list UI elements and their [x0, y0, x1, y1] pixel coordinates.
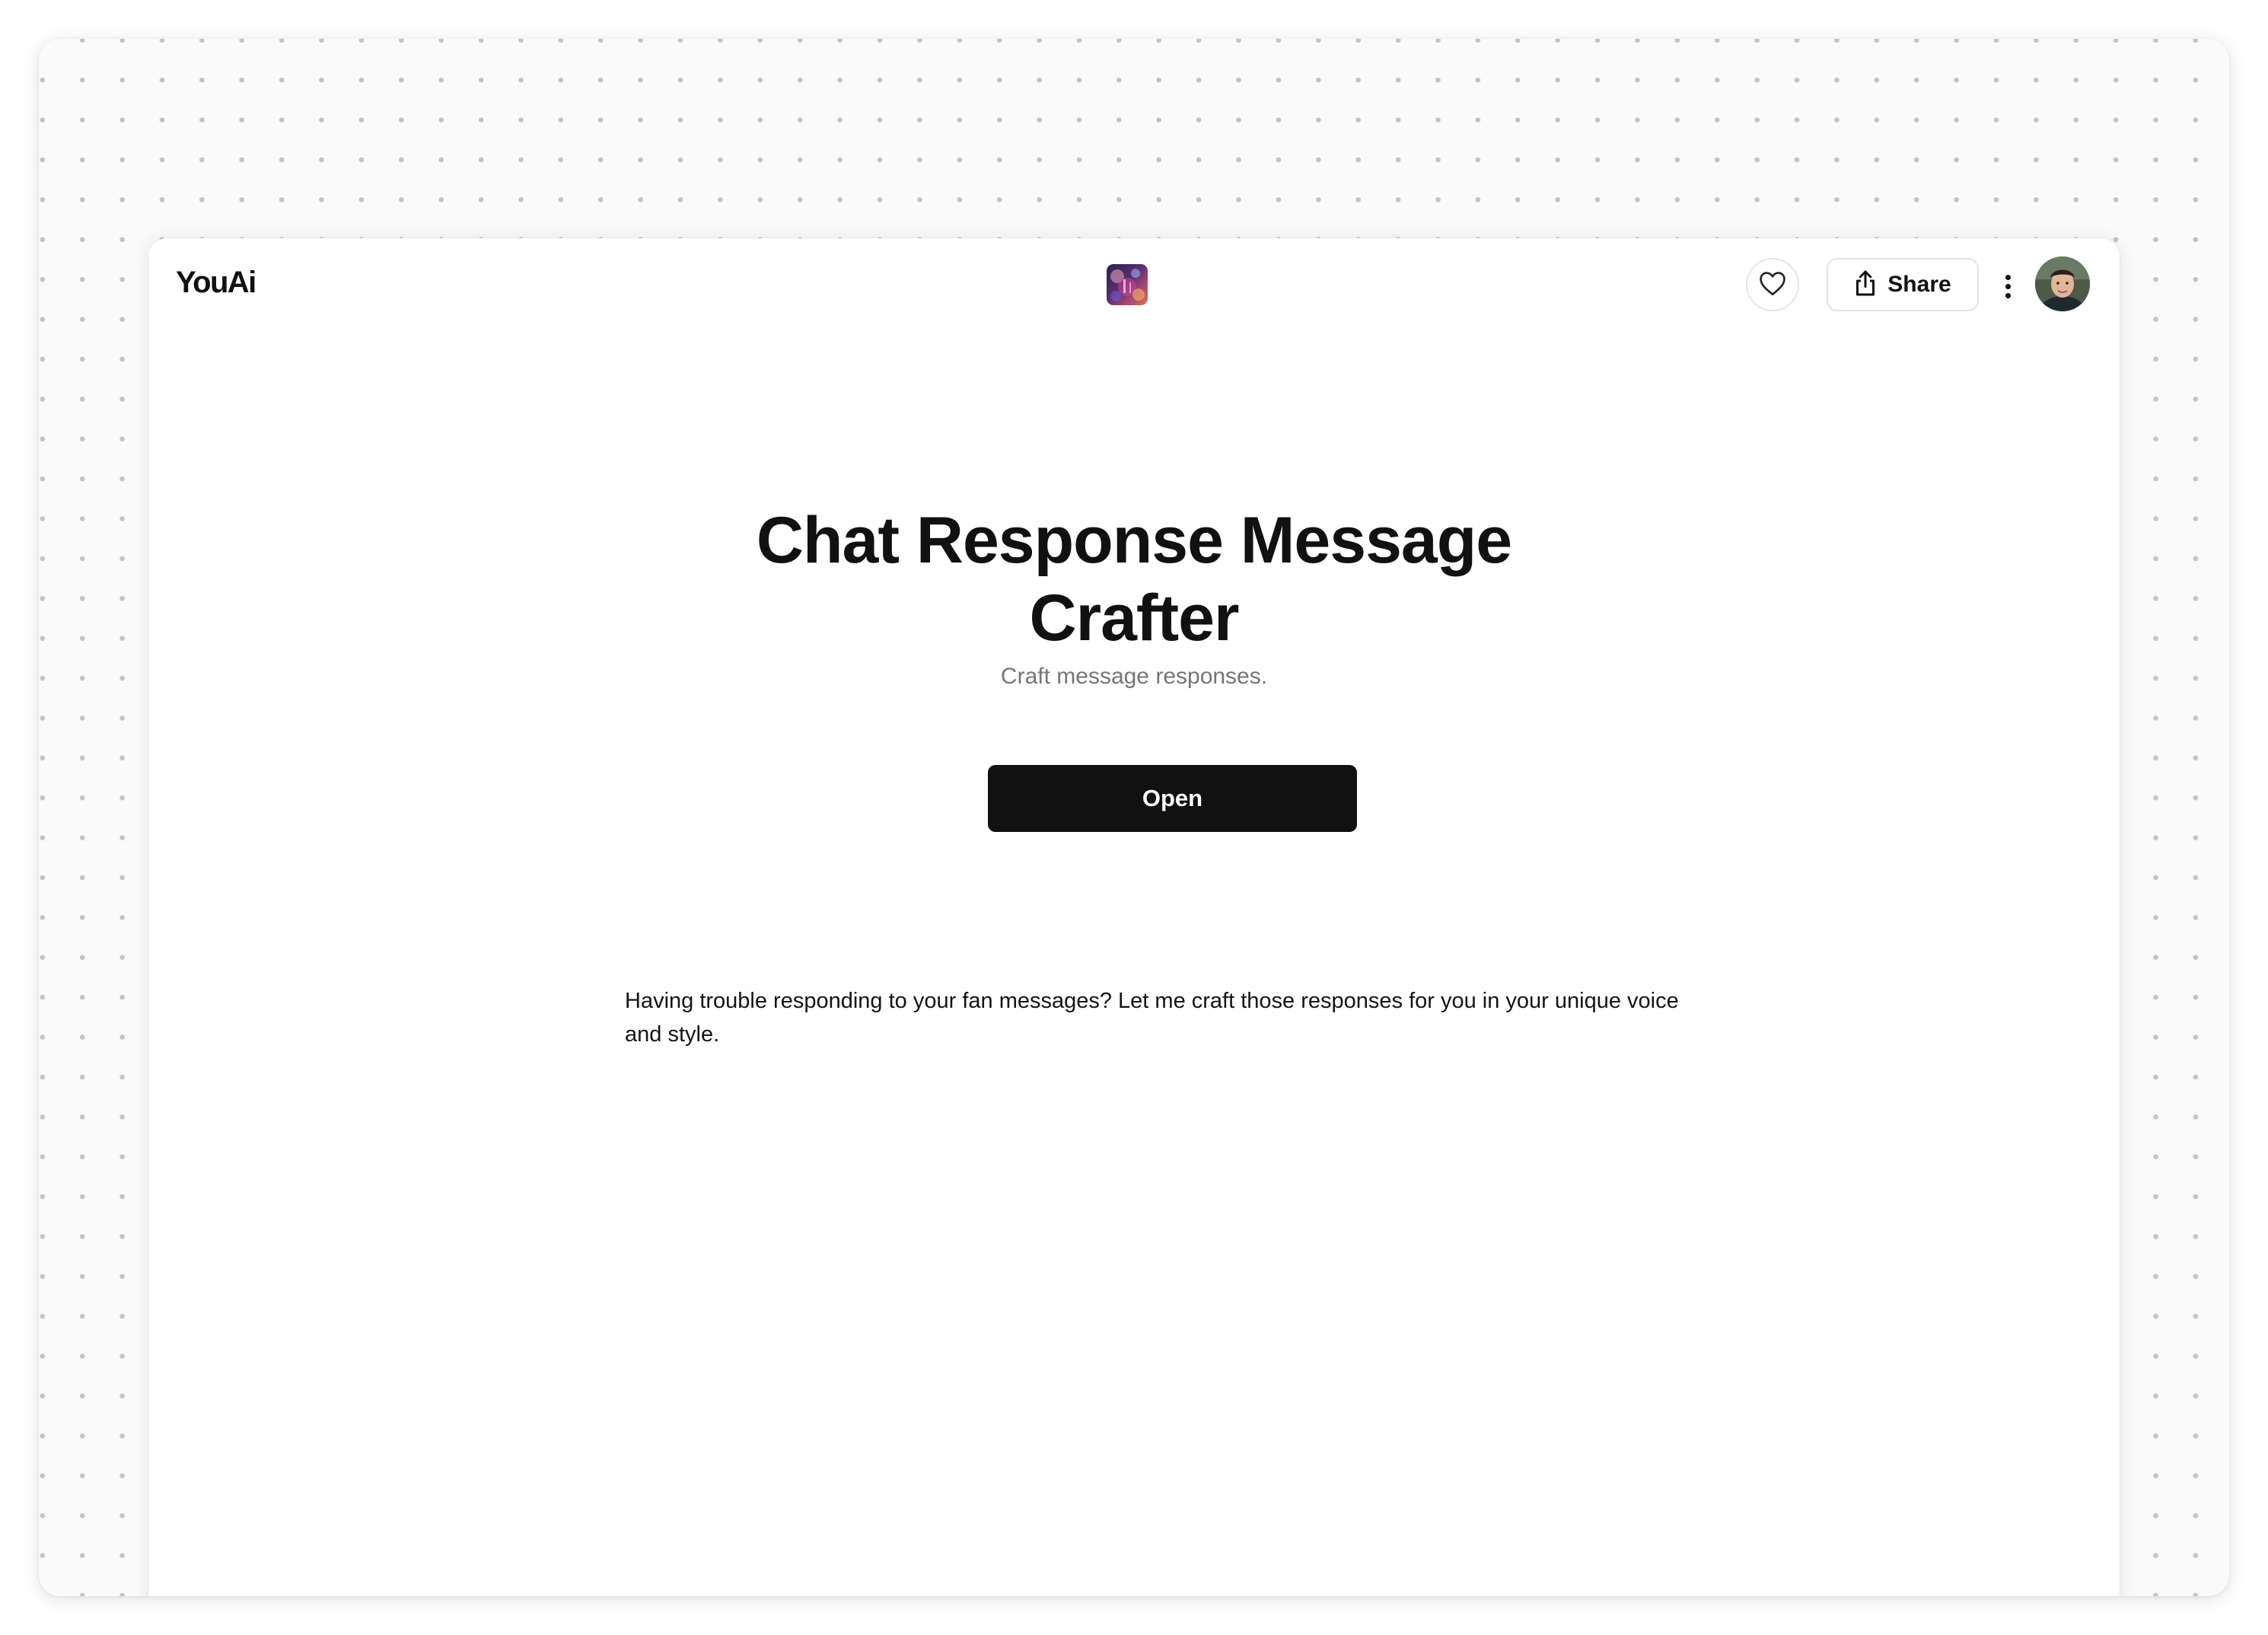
- heart-icon: [1758, 270, 1787, 300]
- app-description: Having trouble responding to your fan me…: [625, 989, 1679, 1047]
- page-title-line-2: Crafter: [1029, 582, 1240, 655]
- more-vertical-icon: [2005, 274, 2011, 298]
- share-label: Share: [1887, 272, 1951, 297]
- page-title: Chat Response Message Crafter: [148, 502, 2120, 657]
- youai-logo[interactable]: YouAi: [176, 261, 256, 304]
- favorite-button[interactable]: [1746, 258, 1799, 311]
- share-icon: [1854, 269, 1877, 301]
- page-subtitle: Craft message responses.: [1000, 664, 1268, 689]
- app-window: YouAi Share Chat Response Message Crafte…: [148, 238, 2120, 1596]
- user-avatar[interactable]: [2035, 257, 2090, 311]
- share-button[interactable]: Share: [1827, 258, 1979, 311]
- app-thumbnail-icon: [1107, 264, 1148, 305]
- more-options-button[interactable]: [1998, 269, 2018, 304]
- page-title-line-1: Chat Response Message: [756, 504, 1512, 577]
- dotted-backdrop: YouAi Share Chat Response Message Crafte…: [39, 39, 2229, 1596]
- open-button[interactable]: Open: [988, 765, 1357, 832]
